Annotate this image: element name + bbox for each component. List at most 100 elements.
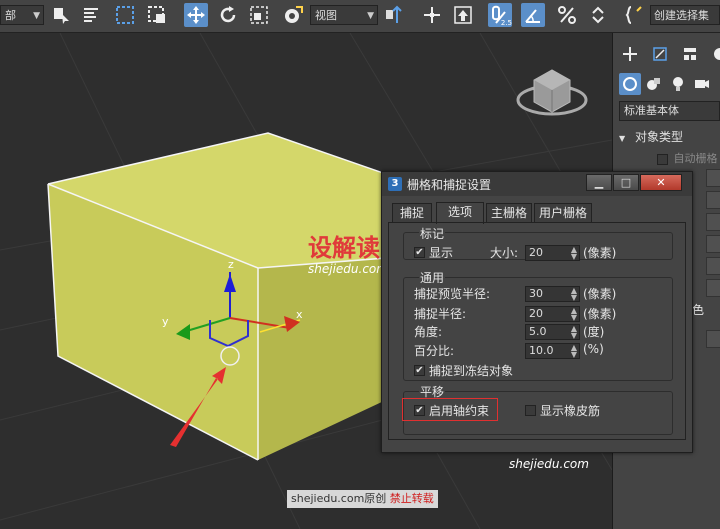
autogrid-checkbox-row[interactable]: 自动栅格 <box>657 150 718 166</box>
object-type-button-5[interactable] <box>706 257 720 275</box>
general-group-label: 通用 <box>419 269 446 286</box>
object-type-button-2[interactable] <box>706 191 720 209</box>
angle-value: 5.0 <box>529 325 547 338</box>
object-type-button-4[interactable] <box>706 235 720 253</box>
snap-dimension-label: 2.5 <box>500 19 512 27</box>
minimize-button[interactable]: ▁ <box>586 174 612 191</box>
display-marker-label: 显示 <box>429 246 454 260</box>
angle-unit: (度) <box>583 325 605 339</box>
create-tab[interactable] <box>619 43 641 65</box>
object-type-button-3[interactable] <box>706 213 720 231</box>
window-crossing-button[interactable] <box>145 3 169 27</box>
selection-filter-dropdown[interactable]: 部 ▼ <box>0 5 44 25</box>
close-icon: ✕ <box>656 176 666 189</box>
display-marker-checkbox[interactable]: ✔ <box>414 247 425 258</box>
marker-size-unit: (像素) <box>583 246 617 260</box>
main-toolbar: 部 ▼ 视图 ▼ 2.5 创建选择集 <box>0 0 720 33</box>
selection-filter-value: 部 <box>5 9 16 22</box>
rubber-band-checkbox[interactable] <box>525 405 536 416</box>
select-and-move-button[interactable] <box>184 3 208 27</box>
snap-toggle-button[interactable]: 2.5 <box>488 3 512 27</box>
watermark-url-lower: shejiedu.com <box>509 457 589 471</box>
dialog-title-bar[interactable]: 3 栅格和捕捉设置 ▁ □ ✕ <box>382 172 692 196</box>
scale-icon <box>250 6 268 24</box>
select-manipulate-button[interactable] <box>420 3 444 27</box>
pivot-icon <box>386 5 402 23</box>
edit-named-selection-button[interactable] <box>622 3 646 27</box>
camera-icon <box>695 80 709 88</box>
select-by-name-button[interactable] <box>80 3 104 27</box>
keyboard-shortcut-override-button[interactable] <box>451 3 475 27</box>
object-type-button-7[interactable] <box>706 330 720 348</box>
marker-size-value: 20 <box>529 246 543 259</box>
object-type-button-1[interactable] <box>706 169 720 187</box>
marker-size-spinner[interactable]: 20 ▲ ▼ <box>525 245 580 261</box>
percent-spinner[interactable]: 10.0 ▲ ▼ <box>525 343 580 359</box>
autogrid-checkbox[interactable] <box>657 153 668 165</box>
tab-user-grids[interactable]: 用户栅格 <box>534 203 592 223</box>
minimize-icon: ▁ <box>594 176 604 189</box>
object-type-rollout[interactable]: ▼ 对象类型 <box>619 128 720 146</box>
shapes-icon <box>647 78 660 90</box>
highlight-annotation-box <box>402 398 498 421</box>
rectangular-selection-button[interactable] <box>113 3 137 27</box>
spinner-snap-icon <box>592 6 604 24</box>
app-icon: 3 <box>388 177 402 191</box>
snap-preview-radius-spinner[interactable]: 30 ▲ ▼ <box>525 286 580 302</box>
gizmo-z-label: z <box>228 258 234 271</box>
tab-snaps[interactable]: 捕捉 <box>392 203 432 223</box>
spinner-snap-button[interactable] <box>586 3 610 27</box>
object-type-button-6[interactable] <box>706 279 720 297</box>
select-and-place-button[interactable] <box>281 3 305 27</box>
motion-tab[interactable] <box>707 43 720 65</box>
cameras-category[interactable] <box>691 73 713 95</box>
snap-radius-label: 捕捉半径: <box>414 307 467 321</box>
primitive-type-value: 标准基本体 <box>624 104 679 117</box>
rubber-band-label: 显示橡皮筋 <box>540 404 601 418</box>
rollout-collapse-icon: ▼ <box>619 134 626 143</box>
name-color-rollout-label: 色 <box>692 303 705 317</box>
select-and-scale-button[interactable] <box>247 3 271 27</box>
percent-snap-button[interactable] <box>555 3 579 27</box>
snap-radius-value: 20 <box>529 307 543 320</box>
rollout-title: 对象类型 <box>634 130 683 144</box>
percent-icon <box>558 6 576 24</box>
tab-home-grid[interactable]: 主栅格 <box>486 203 532 223</box>
braces-icon <box>625 6 642 24</box>
snap-radius-spinner[interactable]: 20 ▲ ▼ <box>525 306 580 322</box>
watermark-url: shejiedu.com <box>308 262 388 276</box>
shapes-category[interactable] <box>643 73 665 95</box>
footer-site: shejiedu.com <box>291 492 365 505</box>
reference-coordinate-dropdown[interactable]: 视图 ▼ <box>310 5 378 25</box>
primitive-type-dropdown[interactable]: 标准基本体 <box>619 101 720 121</box>
pivot-point-button[interactable] <box>381 3 405 27</box>
geometry-category[interactable] <box>619 73 641 95</box>
dialog-title: 栅格和捕捉设置 <box>407 178 492 192</box>
modify-tab[interactable] <box>649 43 671 65</box>
motion-icon <box>714 48 720 60</box>
select-and-rotate-button[interactable] <box>216 3 240 27</box>
create-selection-set-field[interactable]: 创建选择集 <box>650 5 720 25</box>
hierarchy-icon <box>684 48 696 60</box>
snap-preview-radius-label: 捕捉预览半径: <box>414 287 491 301</box>
tab-options[interactable]: 选项 <box>436 202 484 224</box>
snap-to-frozen-label: 捕捉到冻结对象 <box>429 364 514 378</box>
percent-unit: (%) <box>583 342 604 356</box>
angle-label: 角度: <box>414 325 443 339</box>
hierarchy-tab[interactable] <box>679 43 701 65</box>
upload-icon <box>454 6 472 24</box>
plus-icon <box>623 47 637 61</box>
percent-label: 百分比: <box>414 344 455 358</box>
reference-coordinate-value: 视图 <box>315 9 337 22</box>
angle-snap-button[interactable] <box>521 3 545 27</box>
gizmo-x-label: x <box>296 308 303 321</box>
snap-to-frozen-checkbox[interactable]: ✔ <box>414 365 425 376</box>
angle-spinner[interactable]: 5.0 ▲ ▼ <box>525 324 580 340</box>
spinner-arrows-icon: ▲ ▼ <box>570 324 577 340</box>
select-object-button[interactable] <box>49 3 73 27</box>
lights-category[interactable] <box>667 73 689 95</box>
maximize-button[interactable]: □ <box>613 174 639 191</box>
footer-watermark: shejiedu.com原创 禁止转载 <box>287 490 438 508</box>
close-button[interactable]: ✕ <box>640 174 682 191</box>
rotate-icon <box>220 6 236 23</box>
